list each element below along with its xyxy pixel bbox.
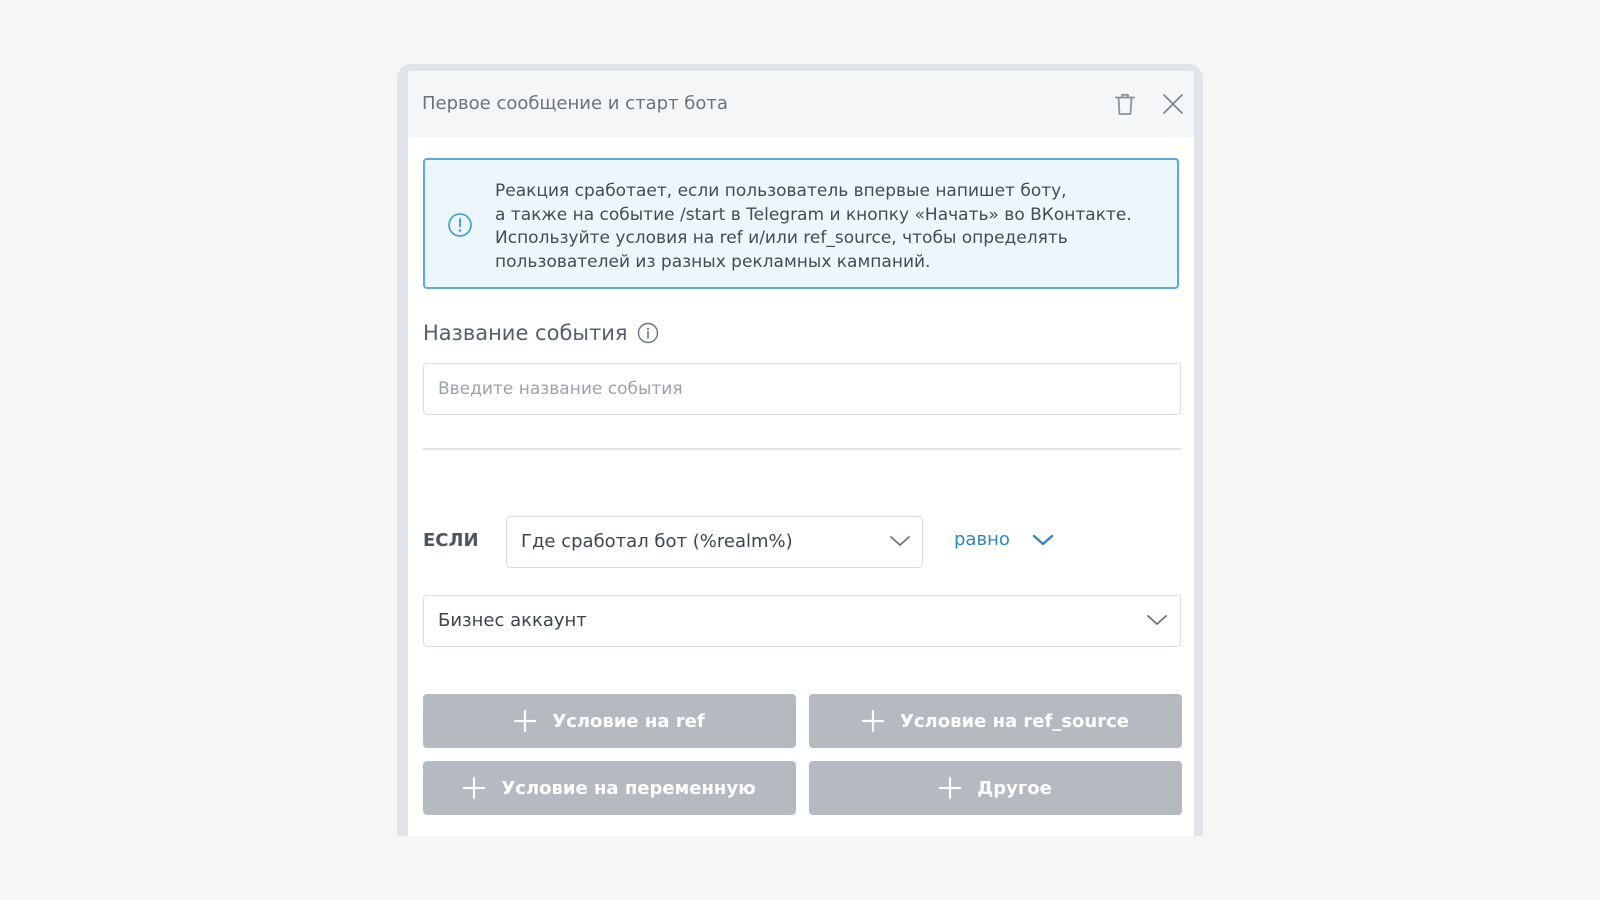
add-other-condition-button[interactable]: Другое bbox=[809, 761, 1182, 815]
condition-value-select[interactable]: Бизнес аккаунт bbox=[423, 595, 1181, 647]
event-name-label-text: Название события bbox=[423, 321, 628, 345]
info-text: Реакция сработает, если пользователь впе… bbox=[495, 180, 1132, 274]
info-line: а также на событие /start в Telegram и к… bbox=[495, 204, 1132, 225]
add-variable-condition-label: Условие на переменную bbox=[501, 777, 756, 799]
divider bbox=[423, 448, 1181, 450]
condition-operator-value: равно bbox=[954, 529, 1010, 550]
condition-field-value: Где сработал бот (%realm%) bbox=[521, 531, 793, 552]
close-button[interactable] bbox=[1158, 89, 1188, 119]
info-line: пользователей из разных рекламных кампан… bbox=[495, 251, 931, 272]
plus-icon bbox=[939, 777, 962, 799]
chevron-down-icon bbox=[1032, 533, 1054, 547]
chevron-down-icon bbox=[889, 533, 911, 552]
add-ref-condition-label: Условие на ref bbox=[552, 710, 705, 732]
close-icon bbox=[1163, 94, 1183, 114]
event-name-label: Название события bbox=[423, 321, 659, 345]
exclamation-circle-icon bbox=[447, 212, 473, 242]
event-settings-panel: Первое сообщение и старт бота Реакция ср… bbox=[408, 71, 1194, 836]
info-line: Реакция сработает, если пользователь впе… bbox=[495, 181, 1067, 201]
condition-value-value: Бизнес аккаунт bbox=[438, 610, 587, 631]
trash-icon bbox=[1115, 93, 1135, 115]
condition-operator-select[interactable]: равно bbox=[954, 529, 1054, 550]
condition-field-select[interactable]: Где сработал бот (%realm%) bbox=[506, 516, 923, 568]
info-notice: Реакция сработает, если пользователь впе… bbox=[423, 158, 1179, 289]
add-variable-condition-button[interactable]: Условие на переменную bbox=[423, 761, 796, 815]
if-label: ЕСЛИ bbox=[423, 530, 479, 551]
chevron-down-icon bbox=[1146, 612, 1168, 631]
add-ref-condition-button[interactable]: Условие на ref bbox=[423, 694, 796, 748]
panel-frame: Первое сообщение и старт бота Реакция ср… bbox=[397, 64, 1203, 836]
panel-title: Первое сообщение и старт бота bbox=[422, 93, 728, 114]
event-name-input[interactable] bbox=[423, 363, 1181, 415]
add-ref-source-condition-button[interactable]: Условие на ref_source bbox=[809, 694, 1182, 748]
plus-icon bbox=[514, 710, 537, 732]
delete-button[interactable] bbox=[1110, 89, 1140, 119]
panel-header: Первое сообщение и старт бота bbox=[408, 71, 1194, 137]
plus-icon bbox=[862, 710, 884, 732]
add-other-condition-label: Другое bbox=[977, 777, 1052, 799]
info-circle-icon[interactable] bbox=[637, 322, 659, 344]
info-line: Используйте условия на ref и/или ref_sou… bbox=[495, 228, 1068, 248]
add-ref-source-condition-label: Условие на ref_source bbox=[900, 710, 1129, 732]
plus-icon bbox=[463, 777, 486, 799]
